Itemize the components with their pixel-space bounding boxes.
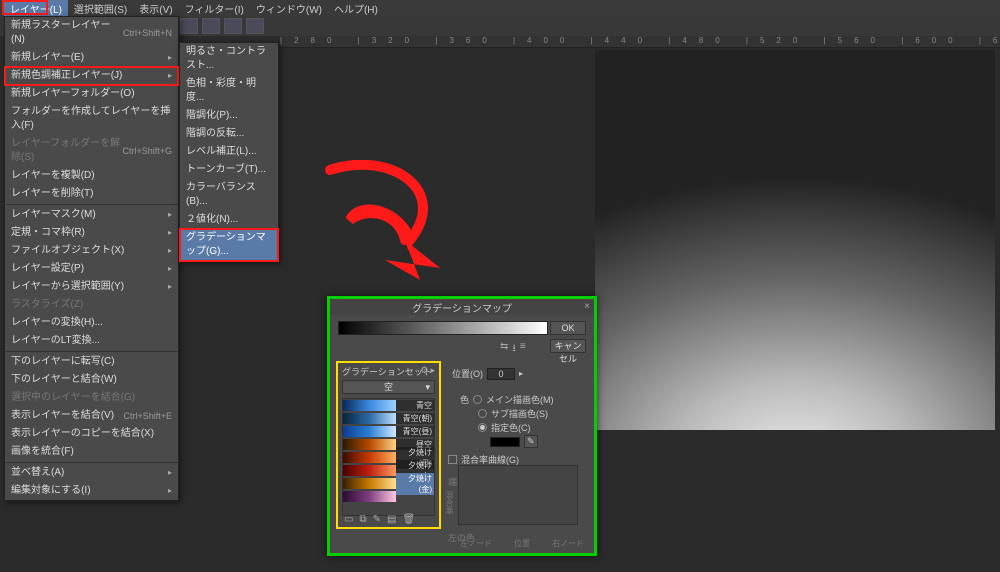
menu-item[interactable]: フォルダーを作成してレイヤーを挿入(F) bbox=[5, 103, 178, 135]
submenu-item[interactable]: 色相・彩度・明度... bbox=[180, 75, 278, 107]
layer-menu-dropdown: 新規ラスターレイヤー(N)Ctrl+Shift+N新規レイヤー(E)新規色調補正… bbox=[4, 16, 179, 501]
trash-icon[interactable]: 🗑 bbox=[402, 514, 415, 525]
mixrate-label: 混合率 bbox=[444, 491, 455, 515]
radio-spec[interactable] bbox=[478, 423, 487, 432]
chevron-icon[interactable]: ▸ bbox=[430, 365, 435, 376]
position-field: 位置(O) ▸ bbox=[452, 367, 523, 380]
gear-icon[interactable]: ⚙ bbox=[420, 365, 428, 376]
submenu-item[interactable]: 階調の反転... bbox=[180, 125, 278, 143]
radio-main[interactable] bbox=[473, 395, 482, 404]
ruler: |280 |320 |360 |400 |440 |480 |520 |560 … bbox=[280, 36, 1000, 48]
dup-icon[interactable]: ⧉ bbox=[359, 514, 366, 525]
menu-item[interactable]: ファイルオブジェクト(X) bbox=[5, 242, 178, 260]
menu-icon[interactable]: ≡ bbox=[520, 341, 526, 358]
menu-selection[interactable]: 選択範囲(S) bbox=[68, 0, 133, 17]
canvas-preview[interactable] bbox=[595, 50, 995, 430]
swatch-list[interactable]: 青空青空(朝)青空(昼)昼空夕焼け(橙)夕焼け(赤)夕焼け(金) bbox=[342, 398, 435, 516]
gradient-bar[interactable] bbox=[338, 321, 548, 335]
tool-icon[interactable] bbox=[224, 18, 242, 34]
menu-item[interactable]: レイヤーマスク(M) bbox=[5, 206, 178, 224]
menu-item[interactable]: レイヤーフォルダーを解除(S)Ctrl+Shift+G bbox=[5, 135, 178, 167]
annotation-arrow bbox=[310, 160, 470, 310]
menu-item[interactable]: レイヤーから選択範囲(Y) bbox=[5, 278, 178, 296]
curve-box[interactable] bbox=[458, 465, 578, 525]
correction-submenu: 明るさ・コントラスト...色相・彩度・明度...階調化(P)...階調の反転..… bbox=[179, 42, 279, 262]
dialog-title: グラデーションマップ bbox=[412, 300, 512, 315]
mix-checkbox[interactable] bbox=[448, 455, 457, 464]
swatch-row[interactable]: 青空(昼) bbox=[343, 425, 434, 438]
ok-button[interactable]: OK bbox=[550, 321, 586, 335]
radio-sub[interactable] bbox=[478, 409, 487, 418]
swatch-row[interactable]: 青空 bbox=[343, 399, 434, 412]
menu-layer[interactable]: レイヤー(L) bbox=[4, 0, 68, 17]
menu-view[interactable]: 表示(V) bbox=[133, 0, 178, 17]
menu-item[interactable]: 編集対象にする(I) bbox=[5, 482, 178, 500]
radio-sub-row: サブ描画色(S) bbox=[478, 407, 548, 420]
gradient-tool-icons: ⇆ ⭳ ≡ bbox=[500, 341, 526, 358]
menu-item[interactable]: レイヤーを複製(D) bbox=[5, 167, 178, 185]
menu-item[interactable]: 下のレイヤーに転写(C) bbox=[5, 353, 178, 371]
menu-help[interactable]: ヘルプ(H) bbox=[328, 0, 384, 17]
menu-item[interactable]: 新規色調補正レイヤー(J) bbox=[5, 67, 178, 85]
menu-item[interactable]: 表示レイヤーのコピーを結合(X) bbox=[5, 425, 178, 443]
menu-item[interactable]: 表示レイヤーを結合(V)Ctrl+Shift+E bbox=[5, 407, 178, 425]
menu-item[interactable]: レイヤーを削除(T) bbox=[5, 185, 178, 203]
submenu-item[interactable]: レベル補正(L)... bbox=[180, 143, 278, 161]
submenu-item[interactable]: ２値化(N)... bbox=[180, 211, 278, 229]
submenu-item[interactable]: 明るさ・コントラスト... bbox=[180, 43, 278, 75]
opts-icon[interactable]: ▤ bbox=[387, 514, 396, 525]
swatch-row[interactable]: 青空(朝) bbox=[343, 412, 434, 425]
menu-item[interactable]: 新規レイヤー(E) bbox=[5, 49, 178, 67]
menu-item[interactable]: 選択中のレイヤーを結合(G) bbox=[5, 389, 178, 407]
menu-item[interactable]: 下のレイヤーと結合(W) bbox=[5, 371, 178, 389]
cancel-button[interactable]: キャンセル bbox=[550, 339, 586, 353]
tool-icon[interactable] bbox=[180, 18, 198, 34]
color-swatch[interactable] bbox=[490, 437, 520, 447]
submenu-item[interactable]: グラデーションマップ(G)... bbox=[180, 229, 278, 261]
position-input[interactable] bbox=[487, 368, 515, 380]
menu-item[interactable]: 定規・コマ枠(R) bbox=[5, 224, 178, 242]
menubar: レイヤー(L) 選択範囲(S) 表示(V) フィルター(I) ウィンドウ(W) … bbox=[0, 0, 1000, 16]
bottom-labels: 左ノード 位置 右ノード bbox=[460, 538, 584, 549]
menu-item[interactable]: 画像を統合(F) bbox=[5, 443, 178, 461]
submenu-item[interactable]: 階調化(P)... bbox=[180, 107, 278, 125]
gradation-map-dialog: グラデーションマップ × OK キャンセル ⇆ ⭳ ≡ ⚙▸ グラデーションセッ… bbox=[327, 296, 597, 556]
submenu-item[interactable]: トーンカーブ(T)... bbox=[180, 161, 278, 179]
menu-item[interactable]: レイヤー設定(P) bbox=[5, 260, 178, 278]
save-icon[interactable]: ⭳ bbox=[512, 341, 516, 358]
eyedropper-icon[interactable]: ✎ bbox=[524, 435, 538, 448]
new-icon[interactable]: ▭ bbox=[344, 514, 353, 525]
menu-filter[interactable]: フィルター(I) bbox=[179, 0, 250, 17]
flip-icon[interactable]: ⇆ bbox=[500, 341, 508, 358]
color-swatch-row: ✎ bbox=[490, 435, 538, 448]
tool-icon[interactable] bbox=[202, 18, 220, 34]
submenu-item[interactable]: カラーバランス(B)... bbox=[180, 179, 278, 211]
tool-icon[interactable] bbox=[246, 18, 264, 34]
menu-item[interactable]: レイヤーのLT変換... bbox=[5, 332, 178, 350]
swatch-row[interactable]: 夕焼け(金) bbox=[343, 477, 434, 490]
radio-spec-row: 指定色(C) bbox=[478, 421, 531, 434]
dialog-titlebar[interactable]: グラデーションマップ × bbox=[330, 299, 594, 315]
stepper-icon[interactable]: ▸ bbox=[519, 369, 523, 378]
edit-icon[interactable]: ✎ bbox=[373, 514, 381, 525]
gradation-set-panel: ⚙▸ グラデーションセット 空 青空青空(朝)青空(昼)昼空夕焼け(橙)夕焼け(… bbox=[336, 361, 441, 529]
color-label: 色 メイン描画色(M) bbox=[460, 393, 554, 406]
menu-item[interactable]: 並べ替え(A) bbox=[5, 464, 178, 482]
menu-window[interactable]: ウィンドウ(W) bbox=[250, 0, 328, 17]
close-icon[interactable]: × bbox=[584, 301, 590, 312]
menu-item[interactable]: レイヤーの変換(H)... bbox=[5, 314, 178, 332]
menu-item[interactable]: 新規ラスターレイヤー(N)Ctrl+Shift+N bbox=[5, 17, 178, 49]
gset-select[interactable]: 空 bbox=[342, 380, 435, 394]
menu-item[interactable]: ラスタライズ(Z) bbox=[5, 296, 178, 314]
menu-item[interactable]: 新規レイヤーフォルダー(O) bbox=[5, 85, 178, 103]
